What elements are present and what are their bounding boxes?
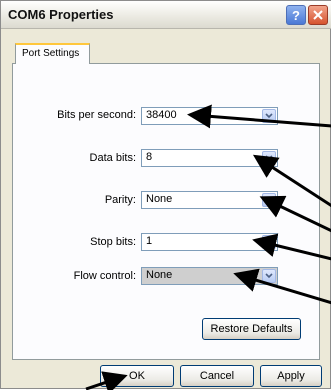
question-mark-icon: ? [292, 7, 300, 23]
stop-bits-label: Stop bits: [90, 236, 136, 248]
properties-dialog: COM6 Properties ? Port Settings Bits per… [0, 0, 331, 390]
chevron-down-icon[interactable] [262, 235, 276, 249]
apply-label: Apply [277, 370, 305, 382]
data-bits-label: Data bits: [89, 152, 136, 164]
stop-bits-value: 1 [146, 235, 153, 247]
chevron-down-icon[interactable] [262, 109, 276, 123]
ok-button[interactable]: OK [100, 365, 174, 387]
bits-per-second-label: Bits per second: [57, 109, 136, 121]
parity-label: Parity: [104, 194, 136, 206]
apply-button[interactable]: Apply [260, 365, 322, 387]
flow-control-label: Flow control: [73, 270, 136, 282]
chevron-down-icon[interactable] [262, 151, 276, 165]
bits-per-second-select[interactable]: 38400 [141, 107, 278, 125]
flow-control-value: None [146, 269, 173, 281]
stop-bits-select[interactable]: 1 [141, 233, 278, 251]
tab-port-settings[interactable]: Port Settings [15, 43, 90, 64]
bits-per-second-value: 38400 [146, 109, 177, 121]
title-bar[interactable]: COM6 Properties ? [1, 1, 331, 29]
parity-select[interactable]: None [141, 191, 278, 209]
parity-value: None [146, 193, 173, 205]
flow-control-select[interactable]: None [141, 267, 278, 285]
chevron-down-icon[interactable] [262, 269, 276, 283]
close-icon [313, 10, 323, 20]
tab-label: Port Settings [22, 48, 80, 59]
restore-defaults-button[interactable]: Restore Defaults [202, 318, 301, 340]
data-bits-value: 8 [146, 151, 153, 163]
data-bits-select[interactable]: 8 [141, 149, 278, 167]
close-button[interactable] [308, 5, 328, 25]
window-title: COM6 Properties [8, 7, 114, 22]
cancel-button[interactable]: Cancel [180, 365, 254, 387]
restore-defaults-label: Restore Defaults [210, 323, 293, 335]
ok-label: OK [129, 370, 145, 382]
chevron-down-icon[interactable] [262, 193, 276, 207]
help-button[interactable]: ? [286, 5, 306, 25]
cancel-label: Cancel [199, 370, 235, 382]
